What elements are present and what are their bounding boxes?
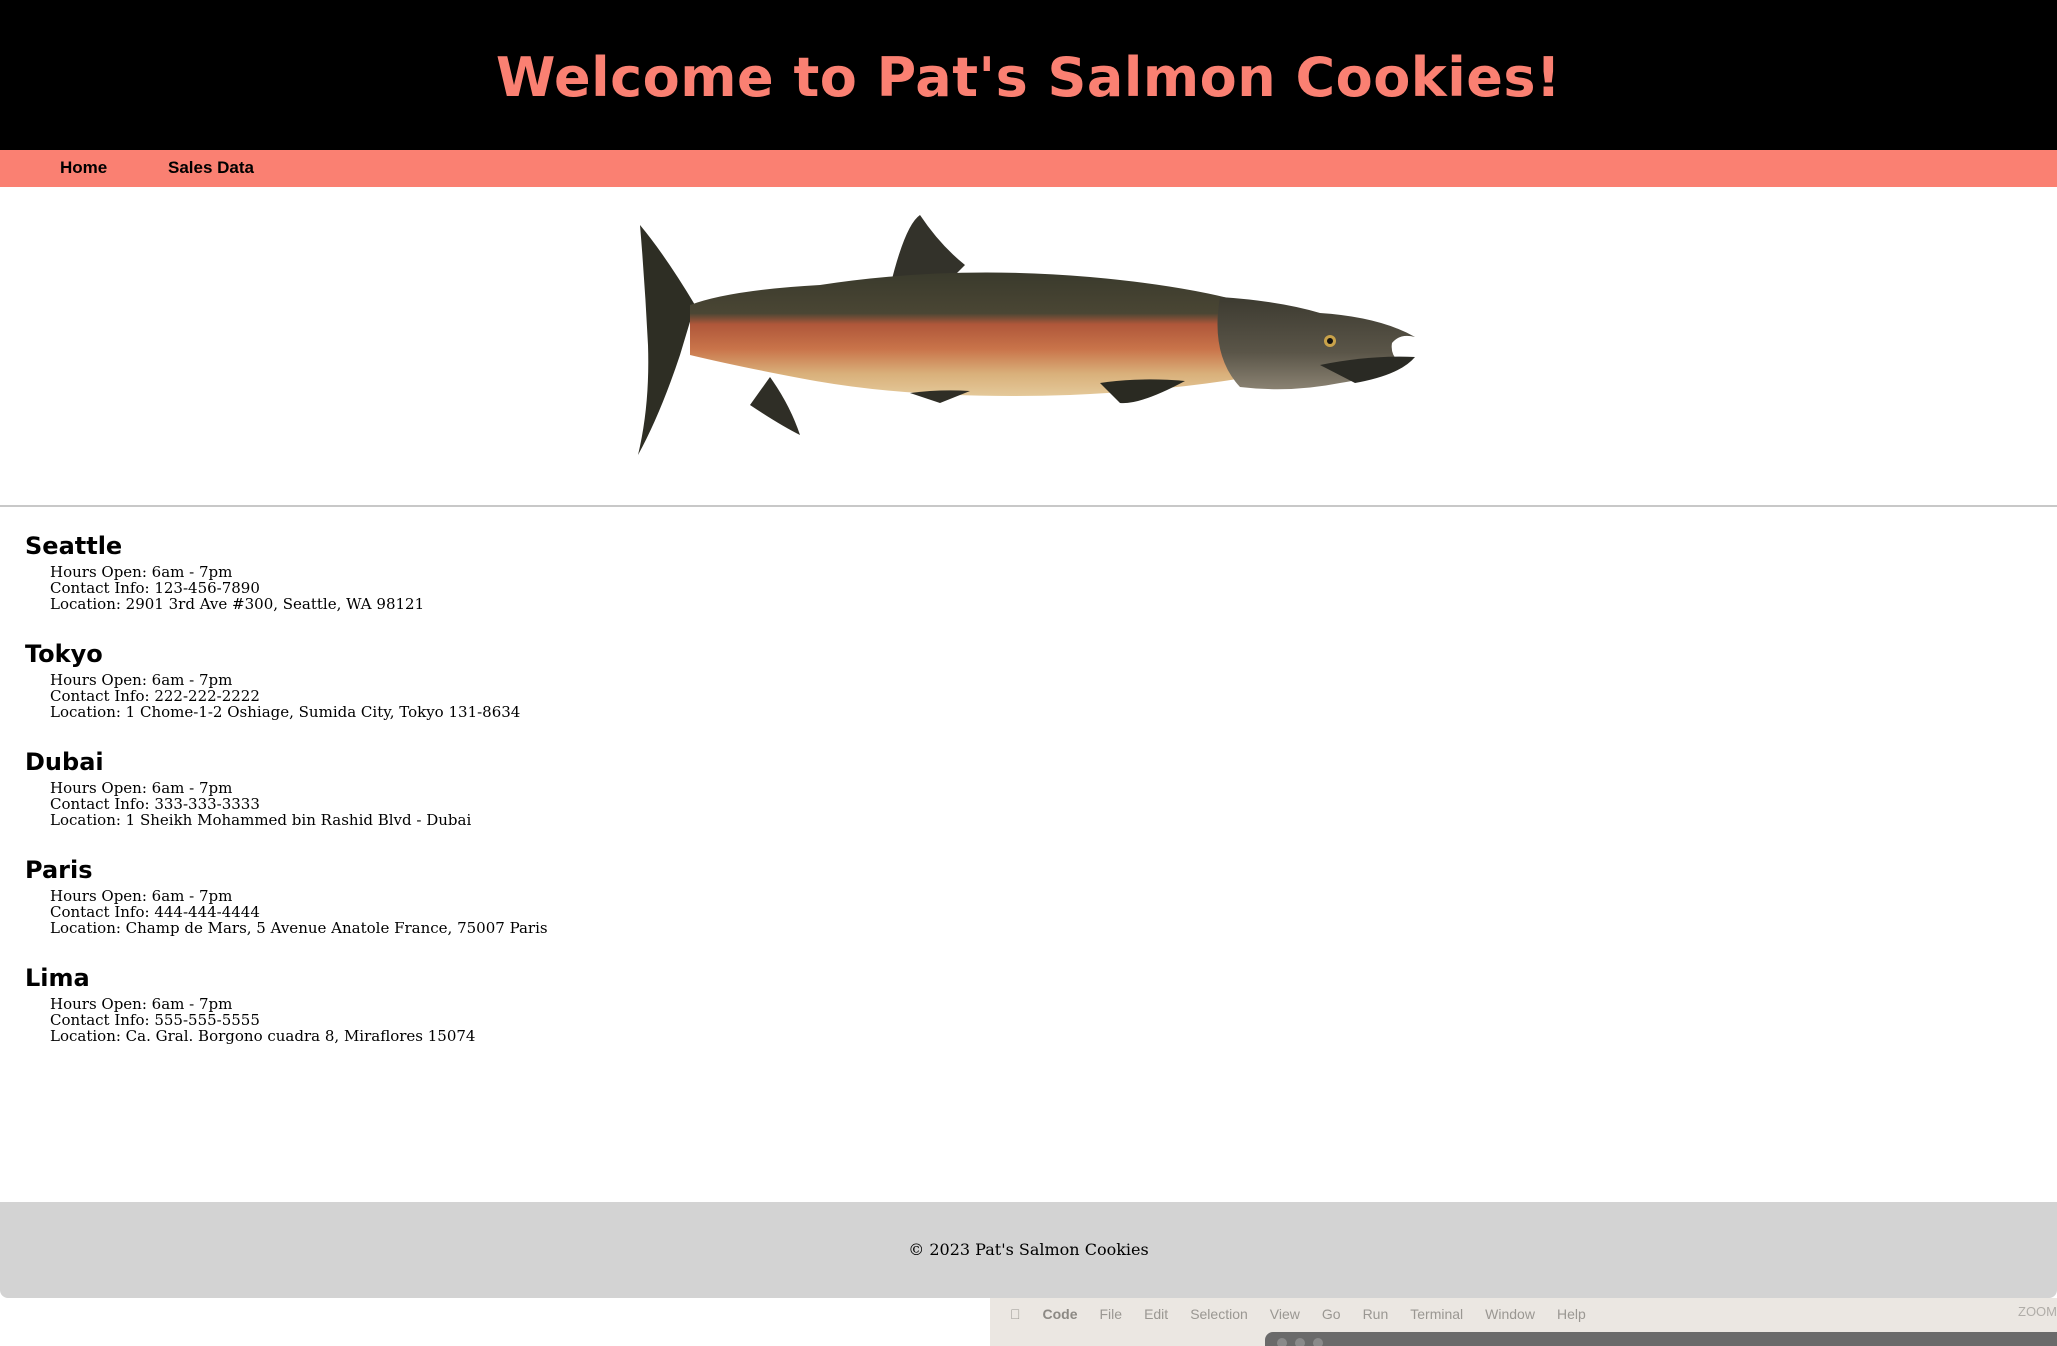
store-contact: Contact Info: 333-333-3333: [50, 795, 260, 813]
os-menubar:  Code File Edit Selection View Go Run T…: [990, 1298, 2057, 1346]
store-location: Location: Ca. Gral. Borgono cuadra 8, Mi…: [50, 1027, 476, 1045]
store-location: Location: 1 Sheikh Mohammed bin Rashid B…: [50, 811, 472, 829]
menu-item-help[interactable]: Help: [1557, 1306, 1586, 1322]
store-list: Seattle Hours Open: 6am - 7pm Contact In…: [25, 530, 548, 1070]
menu-item-terminal[interactable]: Terminal: [1410, 1306, 1463, 1322]
site-header: Welcome to Pat's Salmon Cookies!: [0, 0, 2057, 150]
minimize-icon[interactable]: [1295, 1338, 1305, 1346]
salmon-image: [638, 215, 1415, 455]
store-details: Hours Open: 6am - 7pm Contact Info: 333-…: [50, 780, 548, 828]
store-contact: Contact Info: 222-222-2222: [50, 687, 260, 705]
store-location: Location: 2901 3rd Ave #300, Seattle, WA…: [50, 595, 425, 613]
store-name: Paris: [25, 856, 93, 884]
store-hours: Hours Open: 6am - 7pm: [50, 887, 233, 905]
store-contact: Contact Info: 123-456-7890: [50, 579, 260, 597]
store-hours: Hours Open: 6am - 7pm: [50, 671, 233, 689]
store-lima: Lima Hours Open: 6am - 7pm Contact Info:…: [25, 962, 548, 1070]
copyright-text: © 2023 Pat's Salmon Cookies: [908, 1240, 1149, 1259]
store-seattle: Seattle Hours Open: 6am - 7pm Contact In…: [25, 530, 548, 638]
store-paris: Paris Hours Open: 6am - 7pm Contact Info…: [25, 854, 548, 962]
zoom-indicator[interactable]: ZOOM: [2018, 1304, 2057, 1319]
menu-item-file[interactable]: File: [1100, 1306, 1123, 1322]
menu-item-view[interactable]: View: [1270, 1306, 1300, 1322]
menu-item-window[interactable]: Window: [1485, 1306, 1535, 1322]
close-icon[interactable]: [1277, 1338, 1287, 1346]
section-divider: [0, 505, 2057, 507]
page-title: Welcome to Pat's Salmon Cookies!: [495, 46, 1562, 109]
store-hours: Hours Open: 6am - 7pm: [50, 995, 233, 1013]
store-details: Hours Open: 6am - 7pm Contact Info: 123-…: [50, 564, 548, 612]
store-name: Dubai: [25, 748, 104, 776]
store-name: Tokyo: [25, 640, 103, 668]
store-contact: Contact Info: 444-444-4444: [50, 903, 260, 921]
menu-item-selection[interactable]: Selection: [1190, 1306, 1248, 1322]
store-details: Hours Open: 6am - 7pm Contact Info: 555-…: [50, 996, 548, 1044]
terminal-window[interactable]: [1265, 1332, 2057, 1346]
nav-link-home[interactable]: Home: [60, 158, 107, 178]
menu-item-edit[interactable]: Edit: [1144, 1306, 1168, 1322]
store-details: Hours Open: 6am - 7pm Contact Info: 444-…: [50, 888, 548, 936]
menu-item-go[interactable]: Go: [1322, 1306, 1341, 1322]
maximize-icon[interactable]: [1313, 1338, 1323, 1346]
store-tokyo: Tokyo Hours Open: 6am - 7pm Contact Info…: [25, 638, 548, 746]
nav-link-sales-data[interactable]: Sales Data: [168, 158, 254, 178]
store-contact: Contact Info: 555-555-5555: [50, 1011, 260, 1029]
store-location: Location: Champ de Mars, 5 Avenue Anatol…: [50, 919, 548, 937]
store-hours: Hours Open: 6am - 7pm: [50, 563, 233, 581]
site-footer: © 2023 Pat's Salmon Cookies: [0, 1202, 2057, 1298]
store-hours: Hours Open: 6am - 7pm: [50, 779, 233, 797]
menu-item-run[interactable]: Run: [1363, 1306, 1389, 1322]
apple-icon[interactable]: : [1010, 1306, 1021, 1322]
store-name: Seattle: [25, 532, 123, 560]
store-location: Location: 1 Chome-1-2 Oshiage, Sumida Ci…: [50, 703, 521, 721]
store-name: Lima: [25, 964, 90, 992]
store-dubai: Dubai Hours Open: 6am - 7pm Contact Info…: [25, 746, 548, 854]
menu-item-code[interactable]: Code: [1043, 1306, 1078, 1322]
web-page: Welcome to Pat's Salmon Cookies! Home Sa…: [0, 0, 2057, 1298]
main-nav: Home Sales Data: [0, 150, 2057, 187]
store-details: Hours Open: 6am - 7pm Contact Info: 222-…: [50, 672, 548, 720]
os-menu:  Code File Edit Selection View Go Run T…: [1010, 1303, 1608, 1325]
